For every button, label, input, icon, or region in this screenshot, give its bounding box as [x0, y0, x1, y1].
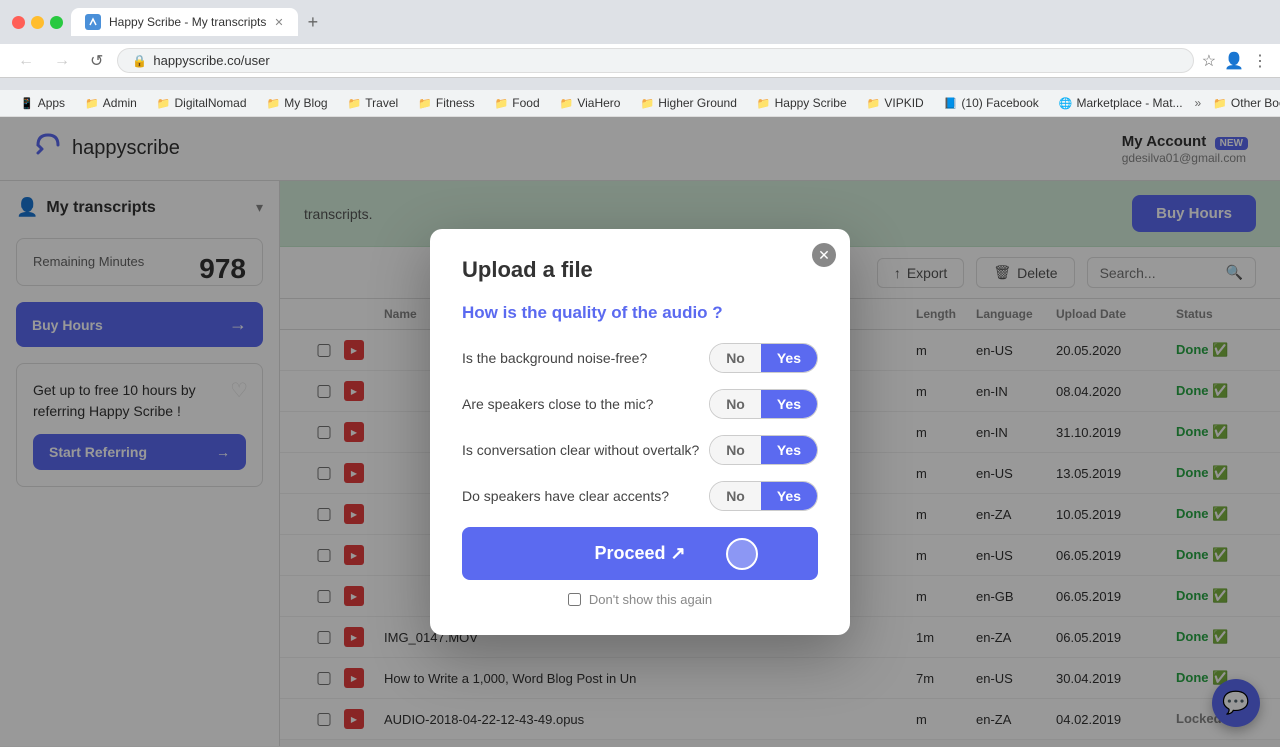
new-tab-btn[interactable]: +	[302, 10, 325, 35]
address-text: happyscribe.co/user	[153, 53, 269, 68]
viahero-icon: 📁	[560, 97, 574, 110]
happyscribe-bm-icon: 📁	[757, 97, 771, 110]
tab-bar: Happy Scribe - My transcripts ✕ +	[71, 8, 1268, 36]
back-btn[interactable]: ←	[12, 50, 40, 72]
toggle-yes-2[interactable]: Yes	[761, 390, 817, 418]
bookmark-digitalnomad[interactable]: 📁 DigitalNomad	[149, 94, 255, 112]
bookmark-food[interactable]: 📁 Food	[487, 94, 548, 112]
proceed-label: Proceed ↗	[594, 543, 685, 564]
bookmark-admin[interactable]: 📁 Admin	[77, 94, 145, 112]
modal-title: Upload a file	[462, 257, 818, 283]
dont-show-label: Don't show this again	[589, 592, 712, 607]
browser-navbar: ← → ↺ 🔒 happyscribe.co/user ☆ 👤 ⋮	[0, 44, 1280, 78]
bookmark-other-label: Other Bookmarks	[1231, 96, 1280, 110]
question-row-1: Is the background noise-free? No Yes	[462, 343, 818, 373]
bookmark-other[interactable]: 📁 Other Bookmarks	[1205, 94, 1280, 112]
bookmark-digitalnomad-label: DigitalNomad	[174, 96, 246, 110]
bookmark-travel[interactable]: 📁 Travel	[340, 94, 407, 112]
bookmark-star-icon[interactable]: ☆	[1202, 51, 1216, 71]
dont-show-row: Don't show this again	[462, 592, 818, 607]
bookmark-facebook-label: (10) Facebook	[961, 96, 1038, 110]
toggle-group-1: No Yes	[709, 343, 818, 373]
admin-icon: 📁	[85, 97, 99, 110]
nav-icons: ☆ 👤 ⋮	[1202, 51, 1268, 71]
more-icon[interactable]: ⋮	[1252, 51, 1268, 71]
active-tab[interactable]: Happy Scribe - My transcripts ✕	[71, 8, 298, 36]
lock-icon: 🔒	[132, 54, 147, 68]
question-row-4: Do speakers have clear accents? No Yes	[462, 481, 818, 511]
address-bar[interactable]: 🔒 happyscribe.co/user	[117, 48, 1193, 73]
fullscreen-window-btn[interactable]	[50, 16, 63, 29]
apps-icon: 📱	[20, 97, 34, 110]
bookmark-travel-label: Travel	[365, 96, 398, 110]
vipkid-icon: 📁	[867, 97, 881, 110]
cursor-indicator	[726, 538, 758, 570]
bookmark-myblog[interactable]: 📁 My Blog	[259, 94, 336, 112]
bookmark-marketplace-label: Marketplace - Mat...	[1077, 96, 1183, 110]
modal-close-btn[interactable]: ✕	[812, 243, 836, 267]
upload-modal: ✕ Upload a file How is the quality of th…	[430, 229, 850, 635]
bookmark-viahero[interactable]: 📁 ViaHero	[552, 94, 629, 112]
traffic-lights	[12, 16, 63, 29]
bookmark-apps-label: Apps	[38, 96, 65, 110]
toggle-group-4: No Yes	[709, 481, 818, 511]
fitness-icon: 📁	[418, 97, 432, 110]
toggle-no-4[interactable]: No	[710, 482, 761, 510]
travel-icon: 📁	[348, 97, 362, 110]
toggle-group-2: No Yes	[709, 389, 818, 419]
modal-overlay: ✕ Upload a file How is the quality of th…	[0, 117, 1280, 747]
tab-title: Happy Scribe - My transcripts	[109, 15, 266, 29]
facebook-icon: 📘	[944, 97, 958, 110]
toggle-group-3: No Yes	[709, 435, 818, 465]
bookmark-fitness-label: Fitness	[436, 96, 475, 110]
bookmark-vipkid[interactable]: 📁 VIPKID	[859, 94, 932, 112]
question-text-4: Do speakers have clear accents?	[462, 488, 709, 504]
other-icon: 📁	[1213, 97, 1227, 110]
bookmark-fitness[interactable]: 📁 Fitness	[410, 94, 482, 112]
modal-question: How is the quality of the audio ?	[462, 303, 818, 323]
question-row-3: Is conversation clear without overtalk? …	[462, 435, 818, 465]
bookmarks-bar: 📱 Apps 📁 Admin 📁 DigitalNomad 📁 My Blog …	[0, 90, 1280, 117]
reload-btn[interactable]: ↺	[84, 49, 109, 73]
marketplace-icon: 🌐	[1059, 97, 1073, 110]
proceed-btn[interactable]: Proceed ↗	[462, 527, 818, 580]
food-icon: 📁	[495, 97, 509, 110]
toggle-yes-4[interactable]: Yes	[761, 482, 817, 510]
bookmark-happyscribe-label: Happy Scribe	[775, 96, 847, 110]
forward-btn[interactable]: →	[48, 50, 76, 72]
bookmark-apps[interactable]: 📱 Apps	[12, 94, 73, 112]
toggle-no-3[interactable]: No	[710, 436, 761, 464]
digitalnomad-icon: 📁	[157, 97, 171, 110]
close-window-btn[interactable]	[12, 16, 25, 29]
bookmark-myblog-label: My Blog	[284, 96, 327, 110]
toggle-yes-1[interactable]: Yes	[761, 344, 817, 372]
question-text-1: Is the background noise-free?	[462, 350, 709, 366]
myblog-icon: 📁	[267, 97, 281, 110]
tab-favicon	[85, 14, 101, 30]
profile-icon[interactable]: 👤	[1224, 51, 1244, 71]
bookmark-food-label: Food	[512, 96, 539, 110]
tab-close-btn[interactable]: ✕	[274, 16, 283, 29]
more-bookmarks-btn[interactable]: »	[1195, 96, 1202, 110]
minimize-window-btn[interactable]	[31, 16, 44, 29]
bookmark-vipkid-label: VIPKID	[884, 96, 923, 110]
toggle-yes-3[interactable]: Yes	[761, 436, 817, 464]
toggle-no-1[interactable]: No	[710, 344, 761, 372]
bookmark-higherground-label: Higher Ground	[658, 96, 737, 110]
titlebar: Happy Scribe - My transcripts ✕ +	[0, 0, 1280, 44]
toggle-no-2[interactable]: No	[710, 390, 761, 418]
bookmark-happyscribe[interactable]: 📁 Happy Scribe	[749, 94, 855, 112]
app-container: happyscribe My Account NEW gdesilva01@gm…	[0, 117, 1280, 747]
higherground-icon: 📁	[640, 97, 654, 110]
question-text-2: Are speakers close to the mic?	[462, 396, 709, 412]
browser-chrome: Happy Scribe - My transcripts ✕ + ← → ↺ …	[0, 0, 1280, 90]
question-row-2: Are speakers close to the mic? No Yes	[462, 389, 818, 419]
dont-show-checkbox[interactable]	[568, 593, 581, 606]
bookmark-facebook[interactable]: 📘 (10) Facebook	[936, 94, 1047, 112]
bookmark-admin-label: Admin	[103, 96, 137, 110]
question-text-3: Is conversation clear without overtalk?	[462, 442, 709, 458]
bookmark-viahero-label: ViaHero	[577, 96, 620, 110]
bookmark-higherground[interactable]: 📁 Higher Ground	[632, 94, 744, 112]
bookmark-marketplace[interactable]: 🌐 Marketplace - Mat...	[1051, 94, 1191, 112]
